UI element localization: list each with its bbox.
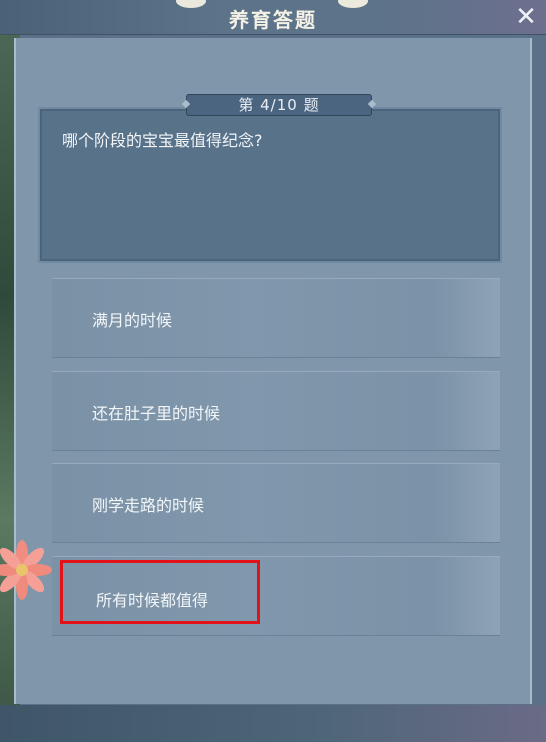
window-title: 养育答题 xyxy=(229,8,317,32)
question-counter-label: 第 4/10 题 xyxy=(238,96,320,114)
bottom-bar xyxy=(0,705,546,742)
flower-decoration-icon xyxy=(0,540,52,600)
option-label: 还在肚子里的时候 xyxy=(92,404,221,423)
option-label: 满月的时候 xyxy=(92,311,173,330)
option-label: 所有时候都值得 xyxy=(96,591,209,610)
quiz-window: 养育答题 ✕ 哪个阶段的宝宝最值得纪念? 第 4/10 题 满月的时候 还在肚子… xyxy=(0,0,546,742)
question-counter: 第 4/10 题 xyxy=(181,94,377,116)
title-bar: 养育答题 ✕ xyxy=(0,0,546,35)
option-4[interactable]: 所有时候都值得 xyxy=(52,556,500,636)
option-2[interactable]: 还在肚子里的时候 xyxy=(52,371,500,451)
option-label: 刚学走路的时候 xyxy=(92,496,205,515)
close-button[interactable]: ✕ xyxy=(512,4,540,30)
question-box: 哪个阶段的宝宝最值得纪念? xyxy=(38,107,502,263)
option-3[interactable]: 刚学走路的时候 xyxy=(52,463,500,543)
question-text: 哪个阶段的宝宝最值得纪念? xyxy=(62,131,263,150)
option-1[interactable]: 满月的时候 xyxy=(52,278,500,358)
